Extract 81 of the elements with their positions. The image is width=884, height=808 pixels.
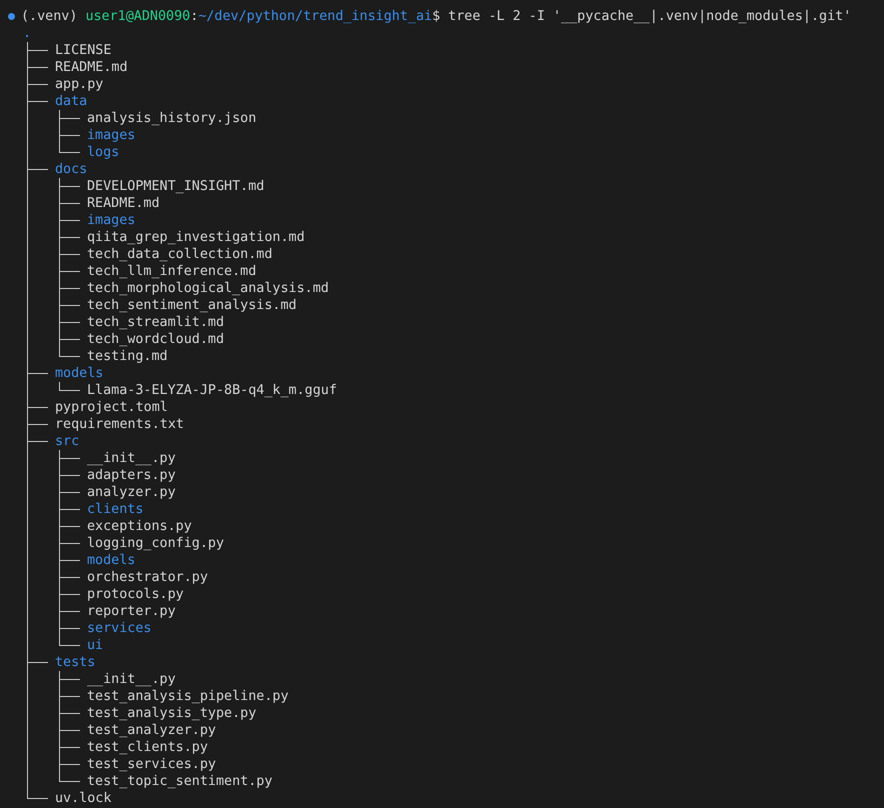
command-text: tree -L 2 -I '__pycache__|.venv|node_modules|.git' — [448, 8, 852, 25]
tree-branch-line — [59, 178, 80, 195]
file-name: test_services.py — [87, 757, 216, 772]
tree-branch-line — [59, 484, 80, 501]
file-name: DEVELOPMENT_INSIGHT.md — [87, 179, 264, 194]
file-name: tech_streamlit.md — [87, 315, 224, 330]
file-name: tech_llm_inference.md — [87, 264, 256, 279]
root-directory: . — [23, 26, 32, 41]
tree-branch-line — [59, 110, 80, 127]
prompt-symbol: $ — [432, 8, 440, 25]
file-name: app.py — [55, 77, 104, 92]
directory-name: clients — [87, 502, 144, 517]
file-name: adapters.py — [87, 468, 176, 483]
tree-branch-line — [59, 212, 80, 229]
user-host: user1@ADN0090 — [85, 8, 190, 25]
tree-branch-line — [27, 59, 48, 76]
tree-branch-line — [59, 382, 80, 391]
venv-label: (.venv) — [21, 8, 78, 25]
file-name: tech_morphological_analysis.md — [87, 281, 329, 296]
tree-branch-line — [59, 569, 80, 586]
file-name: tech_data_collection.md — [87, 247, 272, 262]
file-name: README.md — [55, 60, 128, 75]
file-name: uv.lock — [55, 791, 112, 806]
directory-name: logs — [87, 145, 120, 160]
file-name: test_analysis_type.py — [87, 706, 256, 721]
tree-branch-line — [59, 603, 80, 620]
file-name: exceptions.py — [87, 519, 192, 534]
file-name: qiita_grep_investigation.md — [87, 230, 305, 245]
file-name: __init__.py — [87, 672, 176, 687]
file-name: test_analysis_pipeline.py — [87, 689, 289, 704]
tree-branch-line — [59, 688, 80, 705]
current-path: ~/dev/python/trend_insight_ai — [198, 8, 432, 25]
tree-branch-line — [59, 722, 80, 739]
file-name: analysis_history.json — [87, 111, 256, 126]
directory-name: docs — [55, 162, 88, 177]
tree-branch-line — [59, 705, 80, 722]
directory-name: tests — [55, 655, 96, 670]
tree-branch-line — [59, 280, 80, 297]
tree-branch-line — [27, 42, 48, 59]
tree-branch-line — [59, 501, 80, 518]
directory-name: src — [55, 434, 80, 449]
tree-branch-line — [59, 535, 80, 552]
file-name: Llama-3-ELYZA-JP-8B-q4_k_m.gguf — [87, 383, 337, 398]
file-name: analyzer.py — [87, 485, 176, 500]
prompt-separator: : — [190, 8, 198, 25]
file-name: test_clients.py — [87, 740, 208, 755]
file-name: orchestrator.py — [87, 570, 208, 585]
tree-branch-line — [59, 552, 80, 569]
file-name: requirements.txt — [55, 417, 184, 432]
directory-name: models — [87, 553, 136, 568]
file-name: __init__.py — [87, 451, 176, 466]
file-name: testing.md — [87, 349, 168, 364]
directory-name: models — [55, 366, 104, 381]
tree-branch-line — [59, 586, 80, 603]
tree-branch-line — [59, 195, 80, 212]
directory-name: images — [87, 128, 136, 143]
file-name: tech_wordcloud.md — [87, 332, 224, 347]
tree-branch-line — [59, 450, 80, 467]
tree-branch-line — [59, 467, 80, 484]
tree-branch-line — [59, 246, 80, 263]
file-name: test_topic_sentiment.py — [87, 774, 272, 789]
tree-branch-line — [59, 263, 80, 280]
tree-branch-line — [59, 739, 80, 756]
tree-branch-line — [59, 297, 80, 314]
file-name: LICENSE — [55, 43, 112, 58]
tree-branch-line — [59, 671, 80, 688]
file-name: protocols.py — [87, 587, 184, 602]
file-name: logging_config.py — [87, 536, 224, 551]
file-name: pyproject.toml — [55, 400, 168, 415]
file-name: tech_sentiment_analysis.md — [87, 298, 297, 313]
prompt-marker-icon — [8, 13, 15, 20]
file-name: test_analyzer.py — [87, 723, 216, 738]
tree-branch-line — [59, 314, 80, 331]
file-name: reporter.py — [87, 604, 176, 619]
directory-name: data — [55, 94, 88, 109]
tree-branch-line — [59, 518, 80, 535]
directory-name: images — [87, 213, 136, 228]
directory-name: services — [87, 621, 152, 636]
tree-branch-line — [59, 229, 80, 246]
file-name: README.md — [87, 196, 160, 211]
directory-name: ui — [87, 638, 104, 653]
